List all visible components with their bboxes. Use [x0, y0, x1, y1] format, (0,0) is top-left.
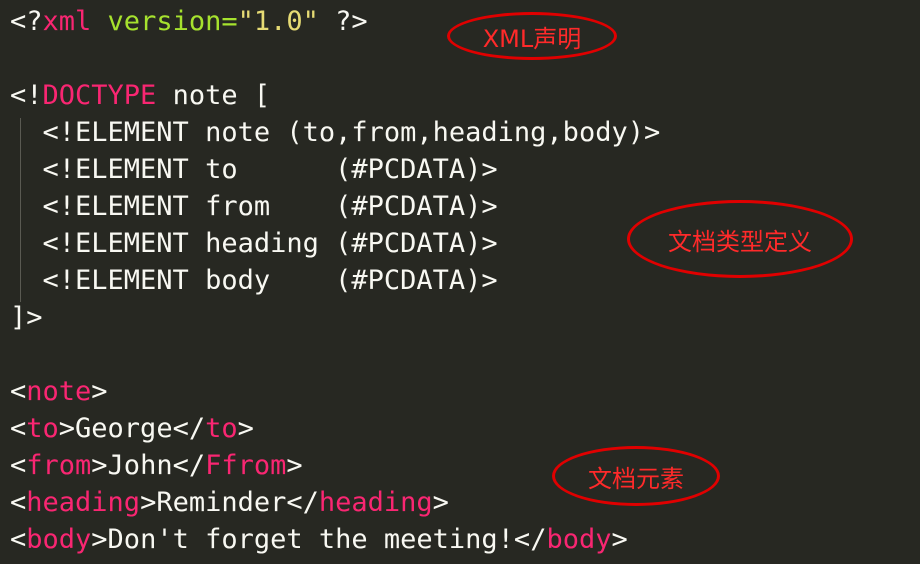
code-token: > [91, 376, 108, 407]
code-token: > [237, 413, 254, 444]
doctype-annotation: 文档类型定义 [627, 200, 853, 278]
code-token: < [10, 413, 27, 444]
code-line-1: <?xml version="1.0" ?> [10, 3, 368, 40]
code-token: heading [318, 487, 433, 518]
code-token: xml [42, 6, 92, 37]
code-token: >Reminder</ [140, 487, 319, 518]
code-token: to [205, 413, 238, 444]
code-token: > [611, 524, 628, 555]
code-line-5: <!ELEMENT to (#PCDATA)> [10, 154, 498, 185]
code-line-12: <to>George</to> [10, 410, 254, 447]
code-token: ?> [318, 6, 368, 37]
code-token: <! [10, 80, 43, 111]
code-line-14: <heading>Reminder</heading> [10, 484, 449, 521]
code-token: < [10, 376, 27, 407]
code-token: Ffrom [205, 450, 287, 481]
code-token: "1.0" [237, 6, 319, 37]
code-token: <? [10, 6, 43, 37]
code-token: < [10, 487, 27, 518]
code-line-11: <note> [10, 373, 108, 410]
code-token: from [26, 450, 92, 481]
code-token: >John</ [91, 450, 206, 481]
code-line-7: <!ELEMENT heading (#PCDATA)> [10, 228, 498, 259]
code-token: > [432, 487, 449, 518]
code-token: note [ [156, 80, 271, 111]
code-token: < [10, 450, 27, 481]
code-line-4: <!ELEMENT note (to,from,heading,body)> [10, 117, 661, 148]
code-token: version= [91, 6, 238, 37]
code-token: body [26, 524, 92, 555]
code-token: heading [26, 487, 141, 518]
code-line-15: <body>Don't forget the meeting!</body> [10, 521, 628, 558]
code-token: body [546, 524, 612, 555]
code-token: > [286, 450, 303, 481]
code-line-9: ]> [10, 302, 43, 333]
code-line-6: <!ELEMENT from (#PCDATA)> [10, 191, 498, 222]
code-token: >George</ [58, 413, 206, 444]
code-token: to [26, 413, 59, 444]
code-token: >Don't forget the meeting!</ [91, 524, 547, 555]
code-token: DOCTYPE [42, 80, 157, 111]
code-line-3: <!DOCTYPE note [ [10, 77, 270, 114]
code-token: note [26, 376, 92, 407]
code-token: < [10, 524, 27, 555]
code-line-13: <from>John</Ffrom> [10, 447, 303, 484]
code-line-8: <!ELEMENT body (#PCDATA)> [10, 265, 498, 296]
code-editor[interactable]: <?xml version="1.0" ?> <!DOCTYPE note [ … [10, 0, 910, 564]
document-elements-annotation: 文档元素 [552, 446, 720, 506]
xml-declaration-annotation: XML声明 [447, 12, 617, 60]
